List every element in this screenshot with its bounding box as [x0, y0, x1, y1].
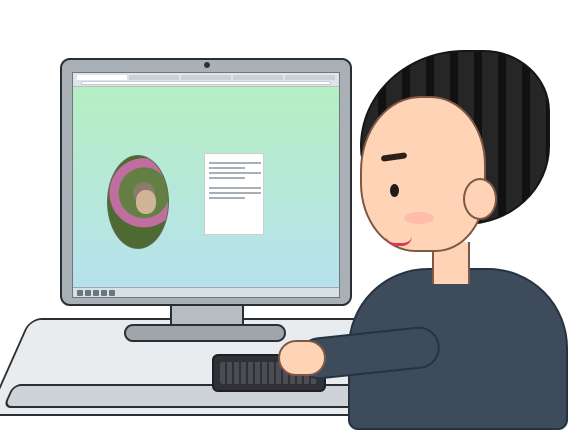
search-icon[interactable] — [85, 290, 91, 296]
eye — [390, 184, 399, 197]
taskbar-icons — [77, 290, 115, 296]
text-line — [209, 167, 246, 169]
start-icon[interactable] — [77, 290, 83, 296]
profile-photo — [107, 155, 169, 249]
text-line — [209, 187, 261, 189]
profile-text-lines — [209, 162, 261, 202]
text-line — [209, 177, 246, 179]
browser-tab[interactable] — [77, 75, 127, 80]
profile-card — [204, 153, 264, 235]
address-bar[interactable] — [81, 81, 331, 85]
app-icon[interactable] — [93, 290, 99, 296]
monitor — [60, 58, 352, 306]
photo-face — [136, 190, 156, 214]
text-line — [209, 172, 261, 174]
cheek — [404, 212, 434, 224]
monitor-stand-base — [124, 324, 286, 342]
app-icon[interactable] — [109, 290, 115, 296]
browser-tab[interactable] — [285, 75, 335, 80]
app-icon[interactable] — [101, 290, 107, 296]
browser-chrome — [73, 73, 339, 87]
illustration-scene — [0, 0, 580, 430]
text-line — [209, 192, 261, 194]
browser-tab[interactable] — [181, 75, 231, 80]
person-face — [360, 96, 486, 252]
browser-tab[interactable] — [129, 75, 179, 80]
webcam-icon — [204, 62, 210, 68]
person-ear — [463, 178, 497, 220]
browser-tab[interactable] — [233, 75, 283, 80]
browser-tabs — [77, 75, 335, 80]
person-hand — [278, 340, 326, 376]
text-line — [209, 162, 261, 164]
text-line — [209, 197, 246, 199]
monitor-screen — [72, 72, 340, 298]
taskbar — [73, 287, 339, 297]
